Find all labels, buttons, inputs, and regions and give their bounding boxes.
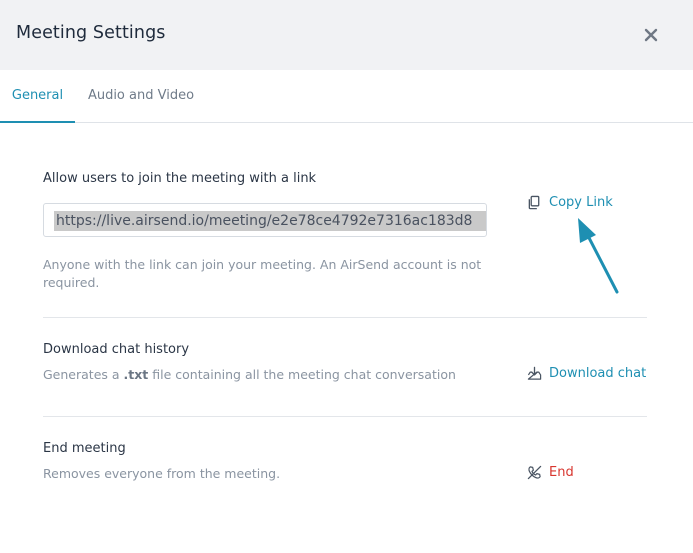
download-chat-button[interactable]: Download chat [527,366,646,381]
chat-desc-ext: .txt [123,367,149,382]
end-section-description: Removes everyone from the meeting. [43,466,281,481]
dialog-header: Meeting Settings [0,0,693,70]
section-divider [43,416,647,417]
chat-desc-suffix: file containing all the meeting chat con… [148,367,456,382]
dialog-title: Meeting Settings [16,23,166,43]
close-button[interactable] [640,24,662,46]
link-section-description: Anyone with the link can join your meeti… [43,257,482,290]
chat-desc-prefix: Generates a [43,367,124,382]
end-meeting-button[interactable]: End [527,465,574,480]
close-icon [644,28,658,42]
link-section-label: Allow users to join the meeting with a l… [43,171,317,186]
end-section-label: End meeting [43,441,126,456]
chat-section-label: Download chat history [43,342,190,357]
phone-off-icon [527,465,542,480]
download-chat-label: Download chat [549,366,647,381]
copy-link-button[interactable]: Copy Link [527,195,613,210]
tab-general[interactable]: General [0,70,75,123]
chat-section-description: Generates a .txt file containing all the… [43,366,456,384]
tab-audio-and-video[interactable]: Audio and Video [83,70,199,122]
tab-bar: General Audio and Video [0,70,693,123]
download-icon [527,366,542,380]
copy-icon [528,195,540,210]
meeting-link-input[interactable] [56,211,480,231]
meeting-link-field[interactable] [43,203,487,237]
end-meeting-label: End [549,465,574,480]
copy-link-label: Copy Link [549,195,613,210]
section-divider [43,317,647,318]
pointer-arrow-annotation [578,218,619,294]
